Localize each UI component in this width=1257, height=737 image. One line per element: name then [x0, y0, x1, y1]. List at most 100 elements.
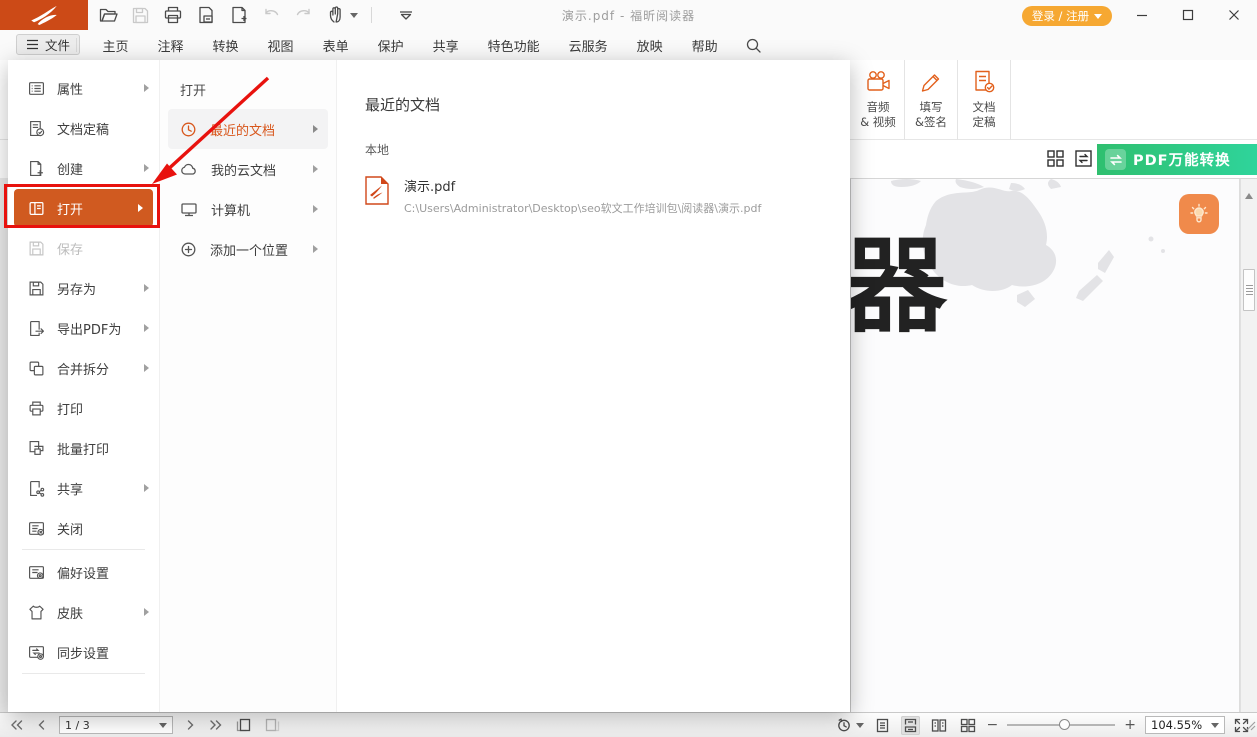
menu-item-export-pdf[interactable]: 导出PDF为: [8, 308, 159, 348]
rotate-view-icon[interactable]: [836, 717, 864, 733]
page-indicator-box[interactable]: 1 / 3: [59, 716, 173, 734]
tab-comment[interactable]: 注释: [143, 36, 198, 55]
zoom-in-icon[interactable]: +: [1124, 718, 1136, 732]
zoom-out-icon[interactable]: −: [987, 718, 999, 732]
resize-grip[interactable]: [1244, 716, 1256, 735]
new-document-icon[interactable]: [229, 5, 249, 25]
doc-finalize-label: 文档定稿: [973, 100, 996, 130]
redo-icon[interactable]: [294, 6, 313, 25]
save-icon[interactable]: [131, 6, 150, 25]
cloud-icon: [180, 161, 198, 178]
next-page-icon[interactable]: [187, 719, 195, 731]
zoom-slider[interactable]: [1007, 724, 1115, 726]
audio-video-button[interactable]: 音频& 视频: [852, 60, 905, 140]
location-cloud-documents[interactable]: 我的云文档: [168, 149, 328, 189]
audio-video-label: 音频& 视频: [860, 100, 896, 130]
menu-item-batch-print[interactable]: 批量打印: [8, 428, 159, 468]
tab-share[interactable]: 共享: [418, 36, 473, 55]
menu-item-share[interactable]: 共享: [8, 468, 159, 508]
sync-settings-icon: [28, 644, 45, 661]
window-controls: [1119, 0, 1257, 30]
search-icon[interactable]: [745, 37, 762, 58]
menu-item-close[interactable]: 关闭: [8, 508, 159, 548]
tab-convert[interactable]: 转换: [198, 36, 253, 55]
video-camera-icon: [865, 69, 892, 95]
last-page-icon[interactable]: [209, 719, 222, 731]
undo-icon[interactable]: [262, 6, 281, 25]
print-menu-icon: [28, 400, 45, 417]
document-canvas[interactable]: 器: [850, 178, 1257, 712]
vertical-scrollbar[interactable]: [1240, 179, 1257, 712]
menu-item-save-as[interactable]: 另存为: [8, 268, 159, 308]
login-register-label: 登录 / 注册: [1032, 8, 1089, 24]
close-button[interactable]: [1211, 0, 1257, 30]
menu-item-open[interactable]: 打开: [14, 189, 153, 227]
print-icon[interactable]: [163, 5, 183, 25]
maximize-button[interactable]: [1165, 0, 1211, 30]
tab-present[interactable]: 放映: [622, 36, 677, 55]
facing-view-icon[interactable]: [929, 716, 949, 735]
next-view-icon[interactable]: [265, 718, 280, 732]
switch-tabs-icon[interactable]: [1074, 149, 1093, 172]
first-page-icon[interactable]: [10, 719, 23, 731]
tab-help[interactable]: 帮助: [677, 36, 732, 55]
recent-file-item[interactable]: 演示.pdf C:\Users\Administrator\Desktop\se…: [365, 176, 850, 216]
fill-sign-label: 填写&签名: [915, 100, 947, 130]
hamburger-icon: [26, 39, 39, 50]
zoom-level-box[interactable]: 104.55%: [1145, 716, 1225, 734]
file-menu-label: 文件: [45, 35, 70, 54]
menu-item-doc-finalize[interactable]: 文档定稿: [8, 108, 159, 148]
menu-item-save[interactable]: 保存: [8, 228, 159, 268]
menu-item-sync-settings[interactable]: 同步设置: [8, 632, 159, 672]
location-computer[interactable]: 计算机: [168, 189, 328, 229]
tips-bulb-button[interactable]: [1179, 194, 1219, 234]
submenu-arrow-icon: [144, 484, 149, 492]
submenu-arrow-icon: [144, 164, 149, 172]
tab-features[interactable]: 特色功能: [473, 36, 554, 55]
minimize-button[interactable]: [1119, 0, 1165, 30]
location-add-place[interactable]: 添加一个位置: [168, 229, 328, 269]
tshirt-icon: [28, 604, 45, 621]
menu-item-preferences[interactable]: 偏好设置: [8, 552, 159, 592]
share-icon: [28, 480, 45, 497]
single-page-view-icon[interactable]: [873, 716, 892, 735]
submenu-arrow-icon: [144, 364, 149, 372]
zoom-slider-knob[interactable]: [1059, 719, 1070, 730]
previous-page-icon[interactable]: [37, 719, 45, 731]
scrollbar-thumb[interactable]: [1243, 269, 1255, 311]
page-box-caret-icon: [159, 723, 167, 728]
scroll-up-icon[interactable]: [1245, 189, 1253, 199]
tab-cloud[interactable]: 云服务: [554, 36, 622, 55]
doc-collapse-icon[interactable]: [196, 5, 216, 25]
submenu-arrow-icon: [138, 204, 143, 212]
menu-item-merge-split[interactable]: 合并拆分: [8, 348, 159, 388]
page-navigation: 1 / 3: [10, 713, 280, 737]
tab-protect[interactable]: 保护: [363, 36, 418, 55]
submenu-arrow-icon: [313, 165, 318, 173]
open-file-icon[interactable]: [98, 5, 118, 25]
tab-view[interactable]: 视图: [253, 36, 308, 55]
menu-item-properties[interactable]: 属性: [8, 68, 159, 108]
file-menu-column: 属性 文档定稿 创建 打开 保存 另存为 导出PDF为: [8, 60, 160, 712]
tab-home[interactable]: 主页: [88, 36, 143, 55]
menu-item-skin[interactable]: 皮肤: [8, 592, 159, 632]
tab-form[interactable]: 表单: [308, 36, 363, 55]
pencil-icon: [918, 69, 944, 95]
menubar-divider: [76, 38, 77, 52]
fill-sign-button[interactable]: 填写&签名: [905, 60, 958, 140]
hand-tool-icon[interactable]: [326, 5, 358, 25]
submenu-arrow-icon: [144, 284, 149, 292]
grid-view-icon[interactable]: [1046, 149, 1065, 172]
continuous-view-icon[interactable]: [901, 716, 920, 735]
file-menu-button[interactable]: 文件: [16, 34, 80, 55]
login-register-button[interactable]: 登录 / 注册: [1022, 6, 1112, 26]
submenu-arrow-icon: [313, 205, 318, 213]
grid-pages-view-icon[interactable]: [958, 716, 978, 735]
submenu-arrow-icon: [144, 84, 149, 92]
location-recent-documents[interactable]: 最近的文档: [168, 109, 328, 149]
pdf-convert-button[interactable]: PDF万能转换: [1097, 144, 1257, 175]
previous-view-icon[interactable]: [236, 718, 251, 732]
menu-item-create[interactable]: 创建: [8, 148, 159, 188]
menu-item-print[interactable]: 打印: [8, 388, 159, 428]
doc-finalize-button[interactable]: 文档定稿: [958, 60, 1011, 140]
